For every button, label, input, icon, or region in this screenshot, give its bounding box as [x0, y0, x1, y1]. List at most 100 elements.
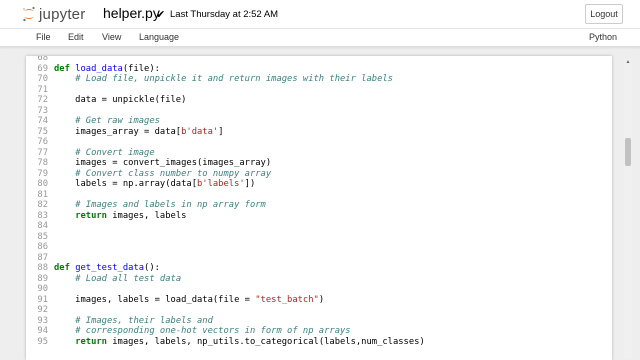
code-token: (file):: [122, 63, 160, 74]
line-number: 81: [37, 189, 48, 200]
logo-text: jupyter: [39, 5, 86, 23]
line-number: 70: [37, 74, 48, 84]
jupyter-logo[interactable]: jupyter: [22, 5, 85, 23]
code-token: # Images and labels in np array form: [75, 200, 266, 210]
code-line[interactable]: 93 # Images, their labels and: [26, 316, 612, 327]
code-line[interactable]: 77 # Convert image: [26, 148, 612, 159]
code-line[interactable]: 91 images, labels = load_data(file = "te…: [26, 295, 612, 306]
menu-language[interactable]: Language: [139, 32, 179, 42]
code-token: ]): [244, 179, 256, 189]
line-number: 80: [37, 179, 48, 189]
line-number: 74: [37, 116, 48, 126]
code-line[interactable]: 72 data = unpickle(file): [26, 95, 612, 106]
code-token: # Load file, unpickle it and return imag…: [75, 74, 393, 84]
line-number: 78: [37, 158, 48, 168]
code-token: # Convert class number to numpy array: [75, 168, 272, 179]
code-area[interactable]: 68 69 def load_data(file): 70 # Load file, …: [26, 56, 612, 347]
code-line[interactable]: 85: [26, 232, 612, 243]
menu-file[interactable]: File: [36, 32, 51, 42]
code-line[interactable]: 78 images = convert_images(images_array): [26, 158, 612, 169]
line-number: 79: [37, 168, 48, 179]
scrollbar-track[interactable]: [624, 59, 632, 359]
line-source: # Images, their labels and: [54, 316, 213, 327]
code-line[interactable]: 71: [26, 85, 612, 96]
code-line[interactable]: 70 # Load file, unpickle it and return i…: [26, 74, 612, 85]
line-number: 69: [37, 63, 48, 74]
code-token: load_data: [75, 63, 123, 74]
code-line[interactable]: 89 # Load all test data: [26, 274, 612, 285]
code-token: # Load all test data: [75, 273, 182, 284]
line-number: 68: [37, 56, 48, 63]
code-line[interactable]: 76: [26, 137, 612, 148]
line-source: def get_test_data():: [54, 263, 160, 274]
code-token: return: [75, 210, 107, 221]
code-line[interactable]: 75 images_array = data[b'data']: [26, 127, 612, 138]
logout-button[interactable]: Logout: [585, 4, 623, 24]
menu-edit[interactable]: Edit: [68, 32, 84, 42]
line-number: 87: [37, 252, 48, 263]
code-token: # corresponding one-hot vectors in form …: [75, 326, 351, 336]
line-number: 82: [37, 200, 48, 210]
line-source: data = unpickle(file): [54, 95, 186, 106]
line-source: def load_data(file):: [54, 64, 160, 75]
code-line[interactable]: 81: [26, 190, 612, 201]
line-number: 71: [37, 84, 48, 95]
code-token: data = unpickle(file): [54, 95, 187, 105]
code-line[interactable]: 83 return images, labels: [26, 211, 612, 222]
menu-view[interactable]: View: [102, 32, 121, 42]
line-number: 72: [37, 95, 48, 105]
notebook-filename[interactable]: helper.py: [103, 5, 160, 21]
code-token: # Get raw images: [75, 116, 160, 126]
save-status: Last Thursday at 2:52 AM: [170, 9, 279, 20]
line-source: # Convert image: [54, 147, 155, 159]
line-source: # Get raw images: [54, 116, 160, 127]
code-editor[interactable]: 68 69 def load_data(file): 70 # Load file, …: [26, 56, 612, 360]
code-line[interactable]: 82 # Images and labels in np array form: [26, 200, 612, 211]
line-source: images, labels = load_data(file = "test_…: [54, 295, 324, 306]
code-token: def: [54, 263, 76, 273]
code-line[interactable]: 69 def load_data(file):: [26, 64, 612, 75]
code-token: b'data': [181, 126, 219, 137]
code-line[interactable]: 73: [26, 106, 612, 117]
code-line[interactable]: 79 # Convert class number to numpy array: [26, 169, 612, 180]
code-line[interactable]: 88 def get_test_data():: [26, 263, 612, 274]
line-number: 94: [37, 326, 48, 336]
code-token: images_array = data[: [54, 126, 182, 137]
line-number: 73: [37, 105, 48, 116]
line-number: 89: [37, 273, 48, 284]
line-number: 77: [37, 147, 48, 158]
code-token: # Convert image: [75, 147, 155, 158]
code-token: "test_batch": [255, 294, 319, 305]
line-source: # Images and labels in np array form: [54, 200, 266, 211]
code-token: # Images, their labels and: [75, 315, 213, 326]
code-line[interactable]: 87: [26, 253, 612, 264]
code-line[interactable]: 86: [26, 242, 612, 253]
code-token: ]: [218, 126, 224, 137]
code-line[interactable]: 74 # Get raw images: [26, 116, 612, 127]
code-line[interactable]: 95 return images, labels, np_utils.to_ca…: [26, 337, 612, 348]
code-line[interactable]: 68: [26, 56, 612, 64]
code-line[interactable]: 94 # corresponding one-hot vectors in fo…: [26, 326, 612, 337]
line-number: 88: [37, 263, 48, 273]
code-line[interactable]: 92: [26, 305, 612, 316]
code-line[interactable]: 80 labels = np.array(data[b'labels']): [26, 179, 612, 190]
language-indicator: Python: [588, 32, 617, 42]
header-bar: jupyter helper.py ✔ Last Thursday at 2:5…: [0, 0, 640, 29]
line-source: # Convert class number to numpy array: [54, 169, 271, 180]
code-line[interactable]: 84: [26, 221, 612, 232]
line-source: images = convert_images(images_array): [54, 158, 271, 169]
scroll-up-arrow-icon[interactable]: ▲: [625, 59, 631, 65]
code-token: images = convert_images(images_array): [54, 158, 272, 168]
scrollbar-thumb[interactable]: [625, 138, 631, 166]
code-token: images, labels = load_data(file =: [54, 294, 256, 305]
code-line[interactable]: 90: [26, 284, 612, 295]
line-number: 83: [37, 210, 48, 221]
line-number: 90: [37, 284, 48, 294]
